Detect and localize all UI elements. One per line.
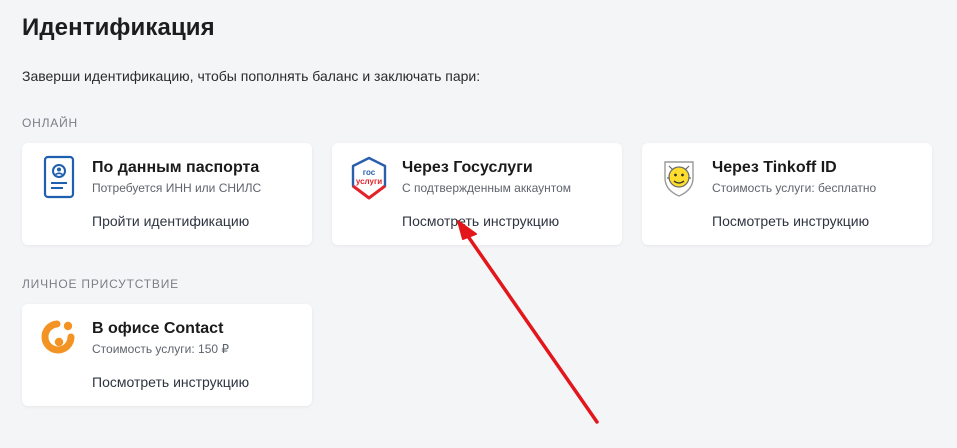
card-contact-subtitle: Стоимость услуги: 150 ₽ (92, 342, 230, 356)
section-label-personal: ЛИЧНОЕ ПРИСУТСТВИЕ (22, 277, 179, 291)
card-passport[interactable]: По данным паспорта Потребуется ИНН или С… (22, 143, 312, 245)
gosuslugi-logo-icon: гос услуги (346, 155, 392, 201)
card-gosuslugi[interactable]: гос услуги Через Госуслуги С подтвержден… (332, 143, 622, 245)
tinkoff-logo-icon (656, 155, 702, 201)
contact-logo-icon (36, 316, 82, 362)
card-contact-title: В офисе Contact (92, 320, 224, 337)
card-passport-subtitle: Потребуется ИНН или СНИЛС (92, 181, 262, 195)
page-title: Идентификация (22, 14, 215, 41)
tinkoff-instruction-link[interactable]: Посмотреть инструкцию (712, 213, 869, 229)
card-gosuslugi-title: Через Госуслуги (402, 159, 533, 176)
card-contact[interactable]: В офисе Contact Стоимость услуги: 150 ₽ … (22, 304, 312, 406)
contact-instruction-link[interactable]: Посмотреть инструкцию (92, 374, 249, 390)
gosuslugi-instruction-link[interactable]: Посмотреть инструкцию (402, 213, 559, 229)
gosuslugi-logo-text-bottom: услуги (356, 177, 382, 186)
page-subtitle: Заверши идентификацию, чтобы пополнять б… (22, 68, 481, 84)
card-passport-title: По данным паспорта (92, 159, 260, 176)
gosuslugi-logo-text-top: гос (363, 168, 376, 177)
section-label-online: ОНЛАЙН (22, 116, 78, 130)
passport-id-icon (36, 155, 82, 201)
card-tinkoff[interactable]: Через Tinkoff ID Стоимость услуги: беспл… (642, 143, 932, 245)
card-tinkoff-title: Через Tinkoff ID (712, 159, 837, 176)
card-gosuslugi-subtitle: С подтвержденным аккаунтом (402, 181, 572, 195)
card-tinkoff-subtitle: Стоимость услуги: бесплатно (712, 181, 877, 195)
passport-start-link[interactable]: Пройти идентификацию (92, 213, 249, 229)
